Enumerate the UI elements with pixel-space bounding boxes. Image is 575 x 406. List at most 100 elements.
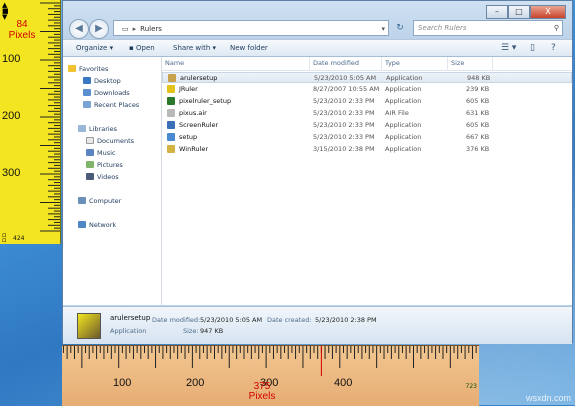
- search-icon[interactable]: ⚲: [554, 21, 559, 35]
- preview-pane-icon[interactable]: ▯: [530, 40, 535, 56]
- column-header-name[interactable]: Name: [162, 57, 310, 70]
- file-name: pixelruler_setup: [179, 97, 232, 105]
- application-icon: [167, 109, 175, 117]
- close-button[interactable]: X: [530, 5, 566, 19]
- horizontal-ruler-end-label: 723: [465, 383, 477, 390]
- details-file-kind: Application: [110, 327, 147, 335]
- new-folder-button[interactable]: New folder: [230, 40, 268, 56]
- file-type: Application: [386, 74, 423, 82]
- file-name: arulersetup: [180, 74, 218, 82]
- maximize-button[interactable]: □: [508, 5, 530, 19]
- network-icon: [78, 221, 86, 228]
- nav-item-libraries[interactable]: Libraries: [78, 124, 117, 134]
- details-size: 947 KB: [200, 327, 224, 335]
- details-date-modified-label: Date modified:: [152, 316, 201, 324]
- file-type: AIR File: [385, 109, 409, 117]
- file-date: 5/23/2010 2:33 PM: [313, 109, 375, 117]
- file-row[interactable]: setup 5/23/2010 2:33 PM Application 667 KB: [162, 132, 572, 143]
- file-size: 239 KB: [466, 85, 490, 93]
- open-button[interactable]: ▪ Open: [129, 40, 155, 56]
- details-size-label: Size:: [183, 327, 199, 335]
- share-with-menu[interactable]: Share with ▾: [173, 40, 216, 56]
- back-button[interactable]: ◀: [69, 19, 89, 39]
- file-size: 667 KB: [466, 133, 490, 141]
- nav-item-recent-places[interactable]: Recent Places: [83, 100, 139, 110]
- file-date: 5/23/2010 5:05 AM: [314, 74, 377, 82]
- address-bar[interactable]: ▭ ▸ Rulers ▾: [113, 20, 389, 36]
- nav-item-desktop[interactable]: Desktop: [83, 76, 121, 86]
- search-placeholder: Search Rulers: [418, 24, 467, 32]
- file-name: ScreenRuler: [179, 121, 219, 129]
- organize-menu[interactable]: Organize ▾: [76, 40, 113, 56]
- open-label: Open: [135, 44, 155, 52]
- application-icon: [167, 133, 175, 141]
- column-header-type[interactable]: Type: [382, 57, 448, 70]
- recent-places-icon: [83, 101, 91, 108]
- file-row[interactable]: JRuler 8/27/2007 10:55 AM Application 239 K…: [162, 84, 572, 95]
- window-controls: – □ X: [486, 5, 566, 19]
- nav-item-favorites[interactable]: Favorites: [68, 64, 108, 74]
- file-row[interactable]: ScreenRuler 5/23/2010 2:33 PM Application 6…: [162, 120, 572, 131]
- column-header-date[interactable]: Date modified: [310, 57, 382, 70]
- vertical-tick-label: 200: [2, 110, 21, 122]
- file-type: Application: [385, 145, 422, 153]
- file-type: Application: [385, 97, 422, 105]
- help-icon[interactable]: ?: [551, 40, 556, 56]
- vertical-ruler[interactable]: ▲ ■ ▼ 84 Pixels 100 200 300 ▫ ▫ 424: [0, 0, 61, 244]
- view-options-icon[interactable]: ☰ ▾: [501, 40, 516, 56]
- nav-item-videos[interactable]: Videos: [86, 172, 119, 182]
- file-type: Application: [385, 133, 422, 141]
- nav-item-documents[interactable]: Documents: [86, 136, 134, 146]
- vertical-tick-label: 100: [2, 53, 21, 65]
- explorer-window: – □ X ◀ ▶ ▭ ▸ Rulers ▾ ↻ Search Rulers ⚲ O…: [62, 0, 573, 344]
- column-header-size[interactable]: Size: [448, 57, 493, 70]
- file-name: pixus.air: [179, 109, 207, 117]
- search-input[interactable]: Search Rulers ⚲: [413, 20, 563, 36]
- refresh-icon[interactable]: ↻: [392, 20, 408, 36]
- chevron-down-icon[interactable]: ▾: [381, 21, 385, 37]
- nav-item-downloads[interactable]: Downloads: [83, 88, 130, 98]
- star-icon: [68, 65, 76, 72]
- folder-icon: ▭: [122, 25, 129, 33]
- file-size: 605 KB: [466, 121, 490, 129]
- pictures-icon: [86, 161, 94, 168]
- vertical-readout-value: 84: [16, 19, 28, 30]
- file-row[interactable]: pixelruler_setup 5/23/2010 2:33 PM Applica…: [162, 96, 572, 107]
- file-type: Application: [385, 85, 422, 93]
- file-size: 631 KB: [466, 109, 490, 117]
- details-date-created: 5/23/2010 2:38 PM: [315, 316, 377, 324]
- nav-item-network[interactable]: Network: [78, 220, 116, 230]
- horizontal-readout-unit: Pixels: [248, 391, 276, 402]
- horizontal-tick-label: 100: [113, 377, 132, 389]
- file-thumbnail-icon: [77, 313, 101, 339]
- details-date-modified: 5/23/2010 5:05 AM: [200, 316, 263, 324]
- file-row[interactable]: WinRuler 3/15/2010 2:38 PM Application 376 …: [162, 144, 572, 155]
- nav-item-music[interactable]: Music: [86, 148, 116, 158]
- vertical-ruler-readout: 84 Pixels: [2, 19, 42, 41]
- details-pane: arulersetup Application Date modified: 5…: [63, 306, 572, 344]
- file-date: 3/15/2010 2:38 PM: [313, 145, 375, 153]
- videos-icon: [86, 173, 94, 180]
- ruler-controls-icon[interactable]: ▲ ■ ▼: [2, 2, 16, 21]
- file-size: 605 KB: [466, 97, 490, 105]
- horizontal-ruler-readout: 375 Pixels: [242, 382, 282, 402]
- open-icon: ▪: [129, 44, 136, 52]
- nav-item-computer[interactable]: Computer: [78, 196, 121, 206]
- file-list-pane: Name Date modified Type Size arulersetup…: [162, 57, 572, 305]
- minimize-button[interactable]: –: [486, 5, 508, 19]
- file-row[interactable]: arulersetup 5/23/2010 5:05 AM Application 9…: [162, 72, 572, 83]
- nav-item-pictures[interactable]: Pictures: [86, 160, 123, 170]
- watermark: wsxdn.com: [525, 393, 571, 403]
- horizontal-ruler[interactable]: 100 200 300 400 375 Pixels 723: [62, 345, 479, 406]
- application-icon: [168, 74, 176, 82]
- chevron-right-icon: ▸: [132, 25, 137, 33]
- forward-button[interactable]: ▶: [89, 19, 109, 39]
- file-date: 5/23/2010 2:33 PM: [313, 133, 375, 141]
- file-size: 948 KB: [467, 74, 491, 82]
- file-name: setup: [179, 133, 198, 141]
- file-row[interactable]: pixus.air 5/23/2010 2:33 PM AIR File 631 KB: [162, 108, 572, 119]
- vertical-readout-unit: Pixels: [8, 30, 36, 41]
- navigation-pane: Favorites Desktop Downloads Recent Place…: [63, 57, 162, 305]
- application-icon: [167, 145, 175, 153]
- details-date-created-label: Date created:: [267, 316, 312, 324]
